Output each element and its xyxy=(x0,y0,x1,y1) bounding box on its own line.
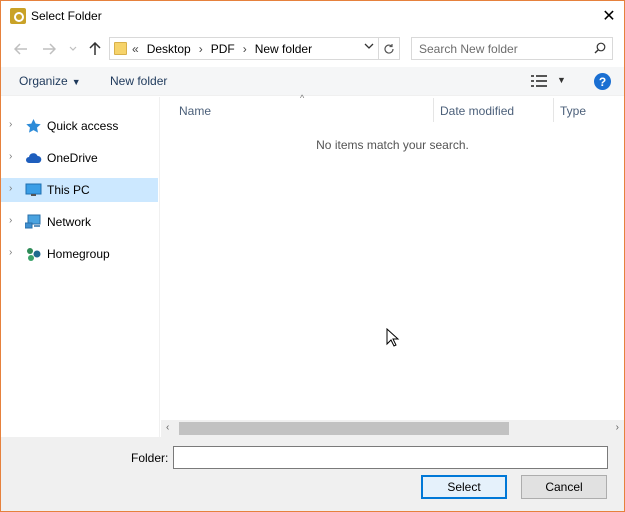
monitor-icon xyxy=(25,183,42,196)
nav-item-network[interactable]: › Network xyxy=(1,210,158,234)
breadcrumb-separator[interactable]: › xyxy=(243,42,247,56)
cancel-button[interactable]: Cancel xyxy=(521,475,607,499)
nav-item-label: OneDrive xyxy=(47,151,98,165)
nav-item-homegroup[interactable]: › Homegroup xyxy=(1,242,158,266)
navigation-pane: › Quick access › OneDrive › This PC › Ne… xyxy=(1,97,159,437)
expand-chevron-icon[interactable]: › xyxy=(9,215,12,226)
nav-item-quick-access[interactable]: › Quick access xyxy=(1,114,158,138)
up-button[interactable] xyxy=(85,40,105,58)
select-folder-dialog: Select Folder ✕ « Desktop › PDF › New fo… xyxy=(0,0,625,512)
expand-chevron-icon[interactable]: › xyxy=(9,183,12,194)
address-bar[interactable]: « Desktop › PDF › New folder xyxy=(109,37,379,60)
breadcrumb-pdf[interactable]: PDF xyxy=(211,42,235,56)
column-header-name[interactable]: Name xyxy=(179,104,211,118)
horizontal-scrollbar[interactable]: ‹ › xyxy=(161,420,624,437)
column-header-date-modified[interactable]: Date modified xyxy=(440,104,514,118)
column-divider[interactable] xyxy=(553,98,554,122)
empty-message: No items match your search. xyxy=(316,138,469,152)
folder-label: Folder: xyxy=(131,451,169,465)
breadcrumb-overflow[interactable]: « xyxy=(132,42,139,56)
chevron-down-icon xyxy=(69,46,77,51)
close-button[interactable]: ✕ xyxy=(594,1,624,31)
sort-ascending-icon: ^ xyxy=(300,93,305,103)
nav-item-this-pc[interactable]: › This PC xyxy=(1,178,158,202)
breadcrumb: « Desktop › PDF › New folder xyxy=(132,42,312,56)
breadcrumb-new-folder[interactable]: New folder xyxy=(255,42,312,56)
column-header-type[interactable]: Type xyxy=(560,104,586,118)
scroll-right-icon[interactable]: › xyxy=(616,422,619,433)
organize-menu[interactable]: Organize ▼ xyxy=(19,74,81,88)
star-icon xyxy=(26,119,41,133)
column-divider[interactable] xyxy=(433,98,434,122)
recent-locations-button[interactable] xyxy=(63,40,83,58)
nav-item-label: Network xyxy=(47,215,92,229)
title-bar: Select Folder ✕ xyxy=(1,1,624,31)
chevron-down-icon xyxy=(364,43,374,49)
pane-divider[interactable] xyxy=(159,97,160,437)
nav-item-label: This PC xyxy=(47,183,90,197)
folder-name-field[interactable] xyxy=(173,446,608,469)
folder-icon xyxy=(114,42,127,55)
scroll-left-icon[interactable]: ‹ xyxy=(166,422,169,433)
view-options-caret-icon[interactable]: ▼ xyxy=(557,75,566,85)
forward-button[interactable] xyxy=(39,40,59,58)
nav-item-onedrive[interactable]: › OneDrive xyxy=(1,146,158,170)
address-dropdown-button[interactable] xyxy=(364,41,374,53)
back-arrow-icon xyxy=(14,43,27,55)
nav-item-label: Homegroup xyxy=(47,247,110,261)
new-folder-button[interactable]: New folder xyxy=(110,74,167,88)
command-toolbar: Organize ▼ New folder ▼ ? xyxy=(1,67,624,96)
breadcrumb-separator[interactable]: › xyxy=(199,42,203,56)
scrollbar-thumb[interactable] xyxy=(179,422,509,435)
view-details-icon[interactable] xyxy=(531,75,547,87)
window-title: Select Folder xyxy=(31,9,102,23)
dialog-footer: Folder: Select Cancel xyxy=(1,437,624,511)
nav-item-label: Quick access xyxy=(47,119,119,133)
expand-chevron-icon[interactable]: › xyxy=(9,151,12,162)
organize-label: Organize xyxy=(19,74,68,88)
forward-arrow-icon xyxy=(43,43,56,55)
search-input[interactable] xyxy=(412,38,592,59)
help-icon[interactable]: ? xyxy=(594,73,611,90)
mouse-cursor-icon xyxy=(386,328,400,347)
cloud-icon xyxy=(26,153,42,163)
network-icon xyxy=(25,214,41,229)
app-icon xyxy=(10,8,26,24)
caret-down-icon: ▼ xyxy=(71,77,81,87)
search-box[interactable] xyxy=(411,37,613,60)
refresh-icon xyxy=(384,43,394,54)
search-icon[interactable] xyxy=(594,42,606,54)
refresh-button[interactable] xyxy=(379,37,400,60)
breadcrumb-desktop[interactable]: Desktop xyxy=(147,42,191,56)
expand-chevron-icon[interactable]: › xyxy=(9,119,12,130)
back-button[interactable] xyxy=(11,40,31,58)
select-button[interactable]: Select xyxy=(421,475,507,499)
up-arrow-icon xyxy=(89,42,101,55)
homegroup-icon xyxy=(27,248,41,261)
file-list[interactable]: ^ Name Date modified Type No items match… xyxy=(161,93,624,437)
expand-chevron-icon[interactable]: › xyxy=(9,247,12,258)
